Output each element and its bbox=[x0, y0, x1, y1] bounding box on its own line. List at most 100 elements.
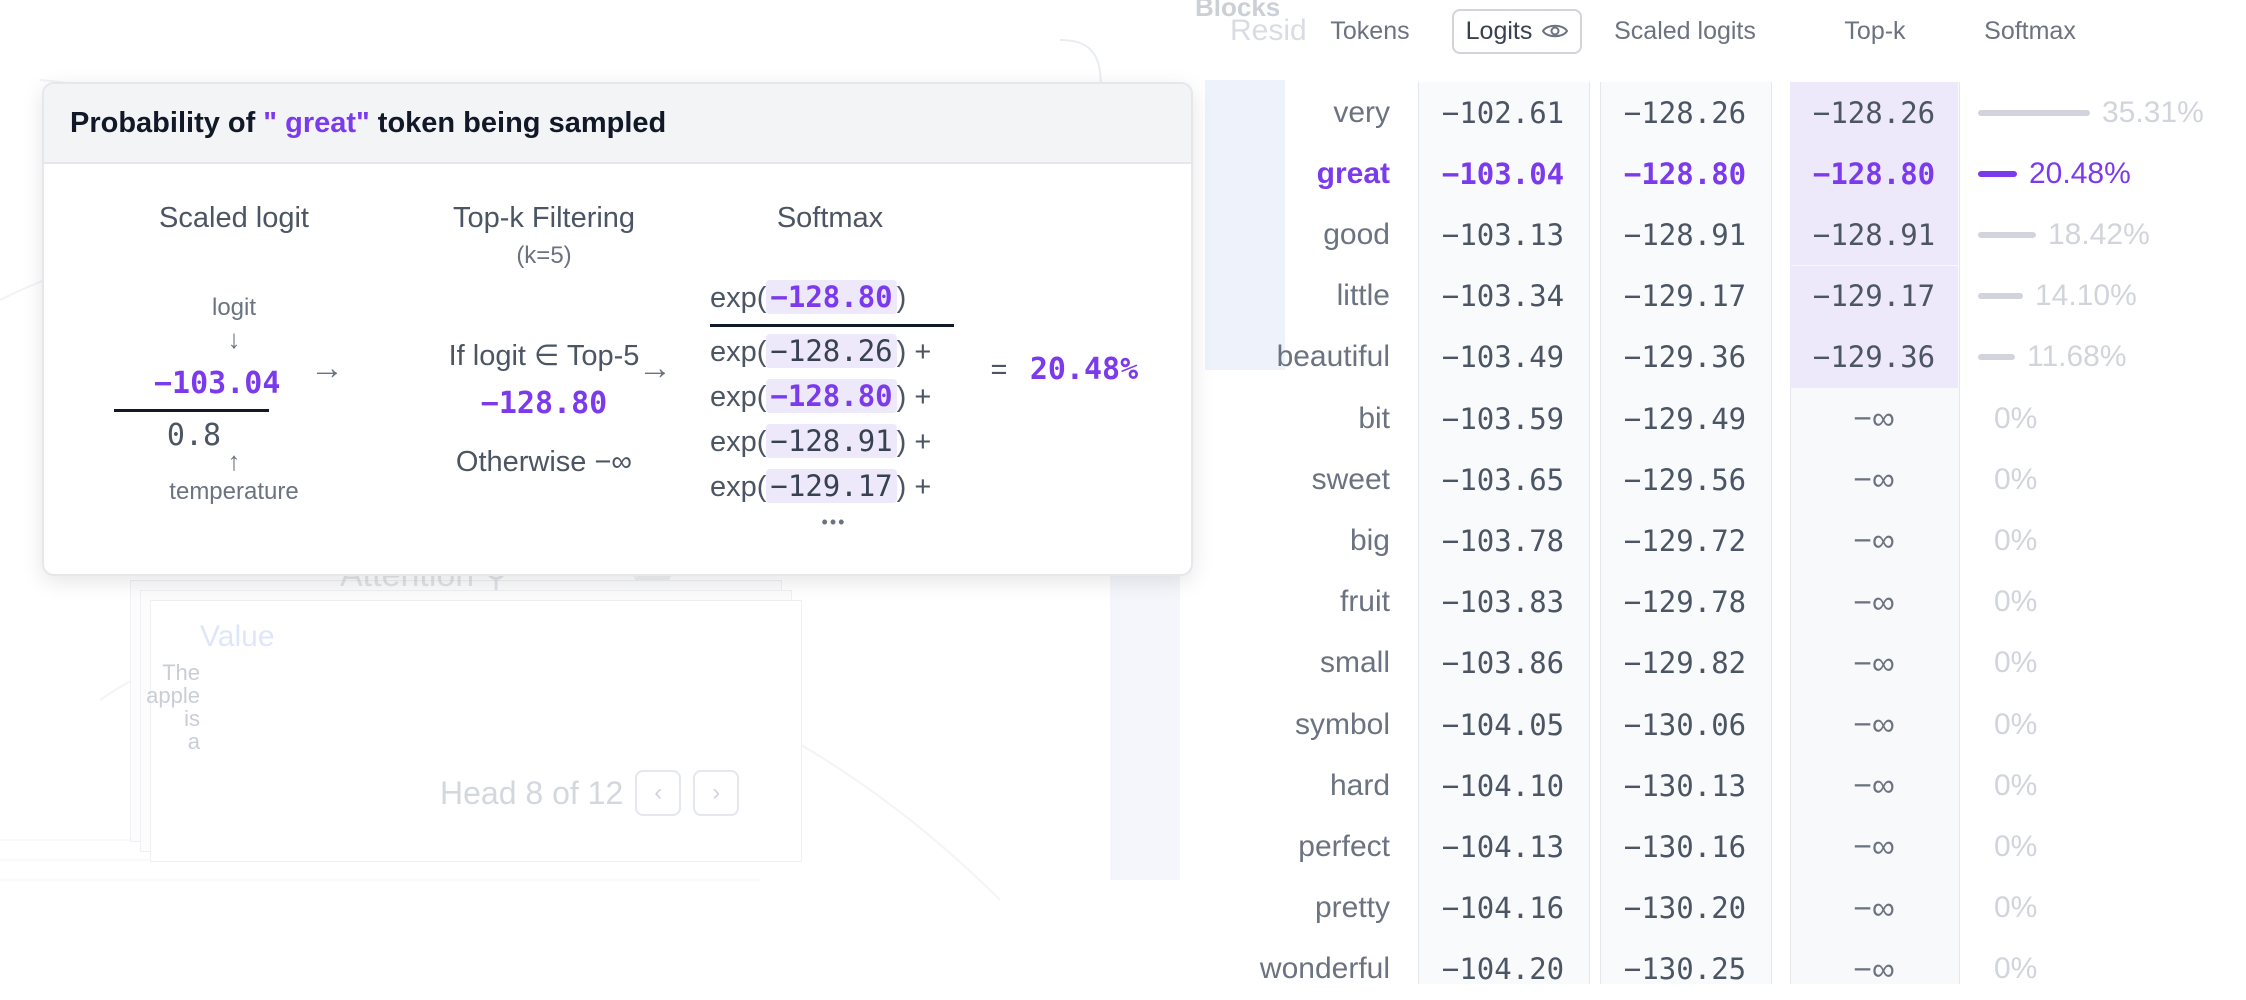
topk-value: −128.80 bbox=[480, 386, 608, 421]
token-label: big bbox=[1349, 523, 1390, 557]
token-label: bit bbox=[1358, 401, 1390, 435]
header-softmax: Softmax bbox=[1984, 16, 2076, 45]
token-row[interactable]: symbol −104.05 −130.06 −∞ 0% bbox=[0, 694, 2246, 755]
equals-sign: = bbox=[990, 354, 1008, 386]
resid-label: Resid bbox=[1230, 14, 1307, 47]
scaled-logit-value: −129.82 bbox=[1623, 646, 1747, 681]
token-label: beautiful bbox=[1276, 340, 1390, 374]
softmax-value: 0% bbox=[1994, 952, 2038, 986]
token-label: perfect bbox=[1298, 829, 1390, 863]
logits-label: Logits bbox=[1465, 16, 1533, 45]
logits-toggle-button[interactable]: Logits bbox=[1451, 8, 1583, 54]
softmax-cell: 20.48% bbox=[1978, 143, 2246, 204]
softmax-cell: 0% bbox=[1978, 510, 2246, 571]
softmax-value: 0% bbox=[1994, 462, 2038, 496]
token-label: great bbox=[1316, 156, 1390, 190]
topk-value: −∞ bbox=[1853, 706, 1895, 742]
scaled-logit-value: −129.56 bbox=[1623, 462, 1747, 497]
softmax-value: 11.68% bbox=[2027, 340, 2127, 374]
softmax-value: 0% bbox=[1994, 768, 2038, 802]
token-label: hard bbox=[1329, 768, 1390, 802]
topk-value: −129.36 bbox=[1790, 326, 1958, 388]
probability-bar bbox=[1978, 293, 2023, 300]
topk-value: −∞ bbox=[1853, 950, 1895, 987]
eye-icon bbox=[1542, 24, 1569, 38]
token-row[interactable]: small −103.86 −129.82 −∞ 0% bbox=[0, 633, 2246, 694]
token-label: good bbox=[1323, 217, 1390, 251]
scaled-logit-value: −128.80 bbox=[1623, 156, 1747, 191]
logit-value: −103.78 bbox=[1441, 523, 1565, 558]
scaled-logit-value: −130.06 bbox=[1623, 707, 1747, 742]
probability-bar bbox=[1978, 109, 2090, 116]
softmax-value: 0% bbox=[1994, 585, 2038, 619]
softmax-value: 0% bbox=[1994, 401, 2038, 435]
softmax-value: 18.42% bbox=[2048, 217, 2150, 251]
card-title: Probability of " great" token being samp… bbox=[44, 84, 1191, 164]
softmax-cell: 0% bbox=[1978, 939, 2246, 1000]
scaled-logit-value: −128.26 bbox=[1623, 95, 1747, 130]
softmax-cell: 0% bbox=[1978, 878, 2246, 939]
scaled-logit-value: −129.72 bbox=[1623, 523, 1747, 558]
logit-value: −102.61 bbox=[1441, 95, 1565, 130]
softmax-value: 20.48% bbox=[2029, 156, 2131, 190]
softmax-denominator-term: exp(−128.80) + bbox=[710, 379, 932, 413]
logit-value: −104.20 bbox=[1441, 952, 1565, 987]
topk-value: −128.80 bbox=[1790, 143, 1958, 205]
softmax-value: 0% bbox=[1994, 707, 2038, 741]
logit-value: −103.83 bbox=[1441, 585, 1565, 620]
logit-value: −103.04 bbox=[1441, 156, 1565, 191]
softmax-denominator-term: exp(−129.17) + bbox=[710, 469, 932, 503]
down-arrow-icon: ↓ bbox=[227, 324, 241, 354]
logit-value: −103.49 bbox=[1441, 340, 1565, 375]
topk-value: −∞ bbox=[1853, 583, 1895, 620]
softmax-value: 14.10% bbox=[2035, 279, 2137, 313]
token-label: wonderful bbox=[1259, 952, 1390, 986]
token-label: very bbox=[1333, 95, 1390, 129]
token-row[interactable]: perfect −104.13 −130.16 −∞ 0% bbox=[0, 816, 2246, 877]
token-row[interactable]: fruit −103.83 −129.78 −∞ 0% bbox=[0, 572, 2246, 633]
topk-value: −128.91 bbox=[1790, 204, 1958, 266]
scaled-logit-value: −130.16 bbox=[1623, 829, 1747, 864]
softmax-value: 35.31% bbox=[2102, 95, 2204, 129]
softmax-numerator: exp(−128.80) bbox=[710, 280, 907, 314]
fraction-line bbox=[114, 409, 269, 412]
token-label: small bbox=[1319, 646, 1390, 680]
logit-value: −103.65 bbox=[1441, 462, 1565, 497]
header-logits: Logits bbox=[1430, 0, 1604, 62]
scaled-logit-value: −129.17 bbox=[1623, 279, 1747, 314]
softmax-title: Softmax bbox=[776, 202, 884, 234]
logit-value: −104.10 bbox=[1441, 768, 1565, 803]
probability-bar bbox=[1978, 354, 2015, 361]
logit-value: −103.13 bbox=[1441, 217, 1565, 252]
token-row[interactable]: wonderful −104.20 −130.25 −∞ 0% bbox=[0, 939, 2246, 1000]
token-row[interactable]: pretty −104.16 −130.20 −∞ 0% bbox=[0, 878, 2246, 939]
softmax-cell: 11.68% bbox=[1978, 327, 2246, 388]
topk-value: −∞ bbox=[1853, 522, 1895, 559]
softmax-cell: 0% bbox=[1978, 449, 2246, 510]
token-label: little bbox=[1336, 279, 1390, 313]
scaled-logit-value: −130.20 bbox=[1623, 891, 1747, 926]
logit-value: −104.05 bbox=[1441, 707, 1565, 742]
scaled-logit-value: −129.36 bbox=[1623, 340, 1747, 375]
softmax-cell: 0% bbox=[1978, 633, 2246, 694]
topk-value: −∞ bbox=[1853, 400, 1895, 436]
token-label: sweet bbox=[1311, 462, 1390, 496]
scaled-logit-title: Scaled logit bbox=[159, 202, 309, 234]
logit-label: logit bbox=[211, 294, 257, 321]
ellipsis: ••• bbox=[821, 512, 847, 532]
softmax-value: 0% bbox=[1994, 829, 2038, 863]
softmax-cell: 0% bbox=[1978, 572, 2246, 633]
softmax-cell: 0% bbox=[1978, 755, 2246, 816]
topk-value: −∞ bbox=[1853, 461, 1895, 498]
token-label: fruit bbox=[1339, 585, 1390, 619]
header-tokens: Tokens bbox=[1330, 16, 1410, 45]
topk-value: −∞ bbox=[1853, 767, 1895, 804]
header-scaled-logits: Scaled logits bbox=[1614, 16, 1756, 45]
softmax-cell: 14.10% bbox=[1978, 266, 2246, 327]
token-row[interactable]: hard −104.10 −130.13 −∞ 0% bbox=[0, 755, 2246, 816]
softmax-cell: 35.31% bbox=[1978, 82, 2246, 143]
scaled-logit-value: −129.49 bbox=[1623, 401, 1747, 436]
logit-value: −104.13 bbox=[1441, 829, 1565, 864]
topk-k: (k=5) bbox=[516, 242, 572, 269]
topk-value: −∞ bbox=[1853, 644, 1895, 681]
